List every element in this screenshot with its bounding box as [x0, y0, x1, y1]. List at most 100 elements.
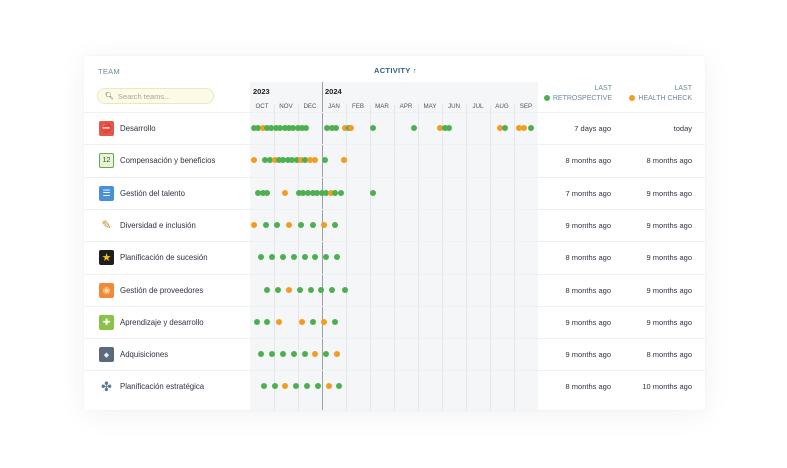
- retrospective-dot[interactable]: [253, 318, 260, 325]
- retrospective-dot[interactable]: [301, 254, 308, 261]
- retrospective-dot[interactable]: [446, 125, 453, 131]
- retrospective-dot[interactable]: [342, 286, 349, 293]
- last-retrospective-header[interactable]: LAST RETROSPECTIVE: [543, 84, 612, 104]
- retrospective-dot[interactable]: [323, 254, 330, 261]
- health-check-dot[interactable]: [286, 221, 292, 228]
- search-box[interactable]: 🔍︎: [97, 88, 214, 104]
- month-label: OCT: [255, 103, 269, 110]
- month-label: MAY: [423, 103, 437, 110]
- retrospective-dot[interactable]: [310, 221, 316, 228]
- last-retrospective-value: 8 months ago: [565, 253, 611, 263]
- retrospective-dot[interactable]: [260, 383, 267, 390]
- health-check-dot[interactable]: [299, 318, 306, 325]
- health-check-dot[interactable]: [348, 125, 355, 131]
- retrospective-dot[interactable]: [370, 189, 376, 196]
- retrospective-dot[interactable]: [269, 254, 276, 261]
- team-row[interactable]: ✤ Planificación estratégica 8 months ago 10…: [84, 370, 705, 402]
- retrospective-dot[interactable]: [303, 125, 310, 131]
- retrospective-dot[interactable]: [370, 125, 376, 131]
- retrospective-dot[interactable]: [304, 383, 310, 390]
- health-check-dot[interactable]: [334, 351, 340, 358]
- retrospective-dot[interactable]: [312, 254, 319, 261]
- puzzle-icon: ✤: [101, 378, 112, 394]
- retrospective-dot[interactable]: [274, 221, 280, 228]
- team-row[interactable]: ★ Planificación de sucesión 8 months ago 9 …: [84, 241, 705, 273]
- retrospective-dot[interactable]: [336, 383, 343, 390]
- search-input[interactable]: [113, 91, 209, 101]
- health-check-dot[interactable]: [320, 221, 327, 228]
- retrospective-dot[interactable]: [331, 318, 338, 325]
- health-check-dot[interactable]: [341, 157, 348, 164]
- health-check-dot[interactable]: [312, 157, 319, 164]
- last-health-check-value: 9 months ago: [646, 188, 692, 198]
- health-check-dot[interactable]: [276, 318, 283, 325]
- team-row[interactable]: 12 Compensación y beneficios 8 months ago 8…: [84, 144, 705, 176]
- retrospective-dot[interactable]: [334, 254, 340, 261]
- health-check-dot[interactable]: [325, 383, 332, 390]
- health-check-dot[interactable]: [282, 189, 289, 196]
- retrospective-dot[interactable]: [322, 157, 328, 164]
- team-row[interactable]: ◆ Adquisiciones 9 months ago 8 months ago: [84, 338, 705, 370]
- retrospective-dot[interactable]: [280, 351, 286, 358]
- last-retrospective-value: 8 months ago: [565, 156, 611, 166]
- team-name[interactable]: Aprendizaje y desarrollo: [120, 318, 204, 327]
- retrospective-dot[interactable]: [275, 286, 282, 293]
- month-label: JUL: [472, 103, 484, 110]
- retrospective-dot[interactable]: [331, 221, 338, 228]
- retrospective-dot[interactable]: [269, 351, 276, 358]
- health-check-dot[interactable]: [282, 383, 289, 390]
- team-name[interactable]: Gestión de proveedores: [120, 286, 203, 295]
- activity-sort-header[interactable]: ACTIVITY ↑: [374, 66, 417, 75]
- team-name[interactable]: Compensación y beneficios: [120, 156, 215, 165]
- last-retrospective-value: 9 months ago: [565, 350, 611, 360]
- retrospective-dot[interactable]: [298, 221, 304, 228]
- retrospective-dot[interactable]: [263, 189, 270, 196]
- team-name[interactable]: Gestión del talento: [120, 189, 185, 198]
- team-row[interactable]: ✎ Diversidad e inclusión 9 months ago 9 mon…: [84, 208, 705, 241]
- retrospective-dot[interactable]: [280, 254, 286, 261]
- retrospective-dot[interactable]: [314, 383, 321, 390]
- retrospective-dot[interactable]: [263, 221, 270, 228]
- retrospective-dot[interactable]: [329, 286, 336, 293]
- retrospective-dot[interactable]: [290, 351, 297, 358]
- retrospective-dot[interactable]: [264, 286, 271, 293]
- retrospective-dot[interactable]: [528, 125, 535, 131]
- health-check-dot[interactable]: [251, 157, 258, 164]
- retrospective-dot[interactable]: [318, 286, 325, 293]
- month-label: FEB: [351, 103, 365, 110]
- retrospective-dot[interactable]: [258, 254, 265, 261]
- month-label: APR: [399, 103, 413, 110]
- health-check-dot[interactable]: [286, 286, 292, 293]
- retrospective-dot[interactable]: [502, 125, 508, 131]
- retrospective-dot[interactable]: [323, 351, 330, 358]
- retrospective-dot[interactable]: [301, 351, 308, 358]
- team-row[interactable]: ☰ Gestión del talento 7 months ago 9 months…: [84, 176, 705, 209]
- last-retrospective-value: 7 months ago: [565, 188, 611, 198]
- team-row[interactable]: ✚ Aprendizaje y desarrollo 9 months ago 9 m…: [84, 305, 705, 338]
- health-check-dot[interactable]: [520, 125, 527, 131]
- team-name[interactable]: Adquisiciones: [120, 350, 168, 359]
- retrospective-dot[interactable]: [307, 286, 314, 293]
- retrospective-dot[interactable]: [293, 383, 300, 390]
- retrospective-dot[interactable]: [271, 383, 278, 390]
- retrospective-dot[interactable]: [264, 318, 271, 325]
- last-health-check-header[interactable]: LAST HEALTH CHECK: [629, 84, 692, 104]
- retrospective-dot[interactable]: [258, 351, 265, 358]
- teams-activity-card: TEAM ACTIVITY ↑ 🔍︎ OCT NOV DEC JAN FEB MAR APR…: [84, 56, 705, 410]
- team-name[interactable]: Desarrollo: [120, 124, 156, 133]
- team-name[interactable]: Diversidad e inclusión: [120, 221, 196, 230]
- team-row[interactable]: ⛔ Desarrollo 7 days ago today: [84, 112, 705, 144]
- retrospective-dot[interactable]: [337, 189, 344, 196]
- retrospective-dot[interactable]: [290, 254, 297, 261]
- last-health-check-value: 8 months ago: [646, 156, 692, 166]
- health-check-dot[interactable]: [320, 318, 327, 325]
- retrospective-dot[interactable]: [310, 318, 316, 325]
- team-name[interactable]: Planificación de sucesión: [120, 253, 208, 262]
- team-name[interactable]: Planificación estratégica: [120, 382, 204, 391]
- health-check-dot[interactable]: [312, 351, 319, 358]
- team-row[interactable]: ◉ Gestión de proveedores 8 months ago 9 mon…: [84, 273, 705, 306]
- retrospective-dot[interactable]: [333, 125, 340, 131]
- health-check-dot[interactable]: [251, 221, 258, 228]
- retrospective-dot[interactable]: [410, 125, 417, 131]
- retrospective-dot[interactable]: [296, 286, 303, 293]
